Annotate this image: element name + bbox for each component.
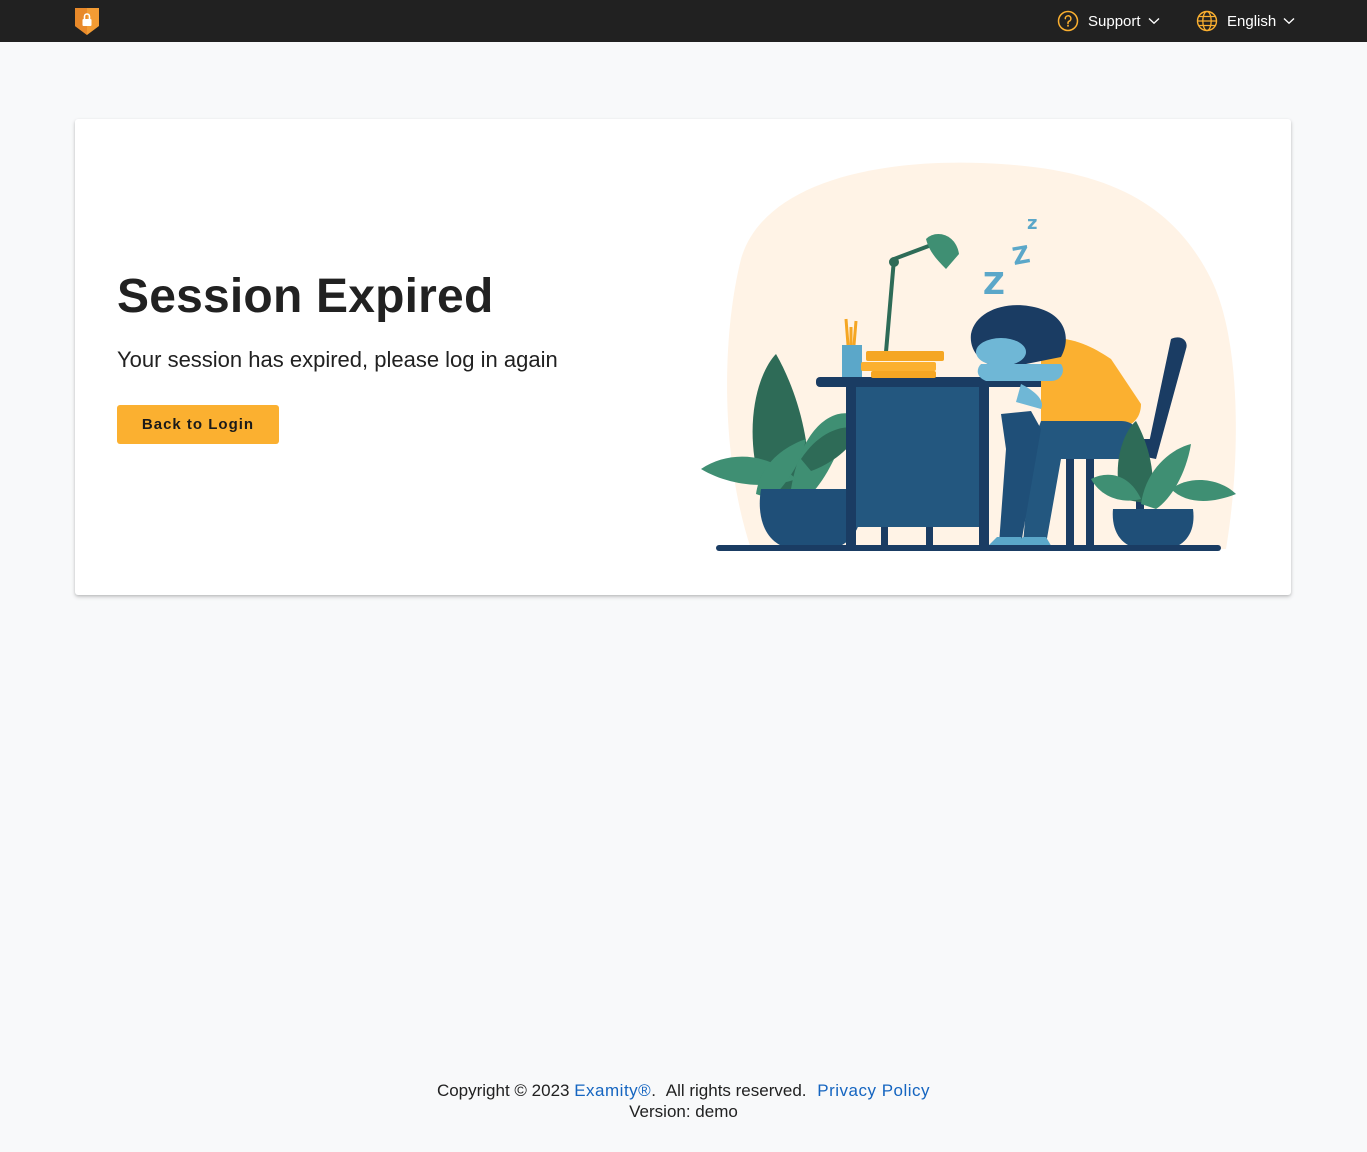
copyright-text: Copyright © 2023 — [436, 1081, 570, 1100]
sleeping-at-desk-illustration: Z Z z — [701, 162, 1236, 551]
shield-lock-icon[interactable] — [75, 8, 99, 35]
support-menu[interactable]: Support — [1057, 0, 1160, 42]
page-footer: Copyright © 2023 Examity®. All rights re… — [0, 1080, 1367, 1122]
privacy-policy-link[interactable]: Privacy Policy — [817, 1081, 930, 1100]
svg-text:Z: Z — [983, 267, 1005, 302]
top-navbar: Support English — [0, 0, 1367, 42]
chevron-down-icon — [1148, 17, 1160, 25]
copyright-line: Copyright © 2023 Examity®. All rights re… — [436, 1081, 931, 1100]
chevron-down-icon — [1283, 17, 1295, 25]
support-label[interactable]: Support — [1088, 13, 1141, 30]
svg-text:z: z — [1027, 213, 1037, 234]
page-title: Session Expired — [117, 270, 494, 323]
globe-icon — [1196, 10, 1218, 32]
session-message: Your session has expired, please log in … — [117, 347, 558, 372]
language-menu[interactable]: English — [1196, 0, 1295, 42]
rights-text: All rights reserved. — [665, 1081, 807, 1100]
back-to-login-button[interactable]: Back to Login — [117, 405, 279, 444]
version-text: Version: demo — [629, 1102, 738, 1121]
help-circle-icon — [1057, 10, 1079, 32]
session-expired-card: Session Expired Your session has expired… — [75, 119, 1291, 595]
language-label[interactable]: English — [1227, 13, 1276, 30]
examity-link[interactable]: Examity® — [574, 1081, 651, 1100]
